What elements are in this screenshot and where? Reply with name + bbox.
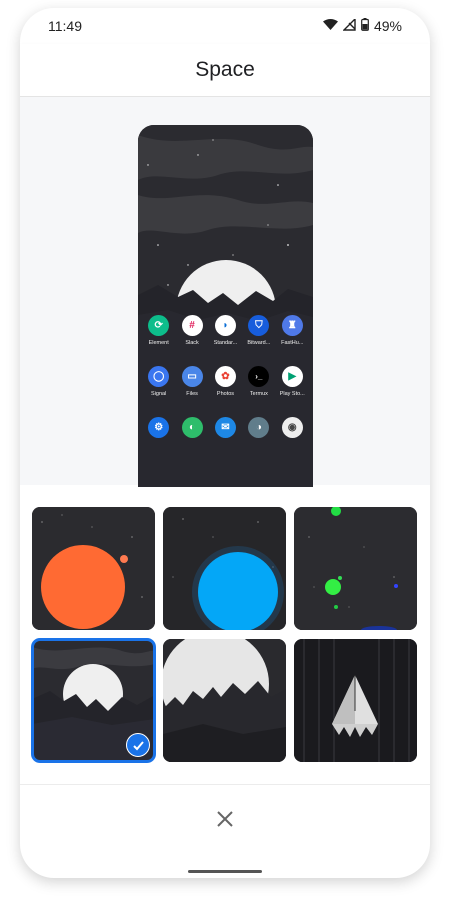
play-store-icon: ▶ [281,366,303,387]
app-bitwarden[interactable]: ⛉ Bitward... [243,315,275,346]
app-files[interactable]: ▭ Files [176,366,208,397]
app-label: Bitward... [247,340,271,346]
bitwarden-icon: ⛉ [248,315,270,336]
app-row-2: ◯ Signal ▭ Files ✿ Photos ›_ Termux ▶ Pl… [138,366,313,397]
dock-mail[interactable]: ✉ [209,417,241,438]
crystal-ice-image [294,639,417,762]
device-frame: 11:49 49% Space ⟳ Element # Slack ◗ Stan… [20,8,430,878]
app-photos[interactable]: ✿ Photos [209,366,241,397]
wallpaper-green-stars[interactable] [294,507,417,630]
termux-icon: ›_ [248,366,270,387]
wallpaper-crystal-ice[interactable] [294,639,417,762]
dock-app[interactable]: ◑ [243,417,275,438]
app-play-store[interactable]: ▶ Play Sto... [276,366,308,397]
app-label: Element [148,340,169,346]
phone-app-icon: ◐ [181,417,203,438]
app-label: Termux [249,391,268,397]
app-grid: ⟳ Element # Slack ◗ Standar... ⛉ Bitward… [138,315,313,458]
wallpaper-moon-mountains[interactable] [163,639,286,762]
wifi-icon [322,18,338,34]
standard-notes-icon: ◗ [214,315,236,336]
red-planet-image [32,507,155,630]
battery-icon [361,18,369,34]
page-title: Space [195,58,255,81]
app-fasthub[interactable]: ♜ FastHu... [276,315,308,346]
dock-row: ⚙ ◐ ✉ ◑ ◉ [138,417,313,438]
fasthub-icon: ♜ [281,315,303,336]
files-icon: ▭ [181,366,203,387]
app-label: Photos [216,391,235,397]
dock-phone[interactable]: ◐ [176,417,208,438]
app-label: Files [186,391,198,397]
app-row-1: ⟳ Element # Slack ◗ Standar... ⛉ Bitward… [138,315,313,346]
signal-app-icon: ◯ [148,366,170,387]
status-icons: 49% [322,17,402,34]
app-slack[interactable]: # Slack [176,315,208,346]
dock-camera[interactable]: ◉ [276,417,308,438]
wallpaper-blue-planet[interactable] [163,507,286,630]
app-label: Play Sto... [279,391,305,397]
photos-icon: ✿ [214,366,236,387]
settings-icon: ⚙ [148,417,170,438]
app-label: Signal [151,391,167,397]
signal-icon [342,17,356,34]
phone-preview[interactable]: ⟳ Element # Slack ◗ Standar... ⛉ Bitward… [138,125,313,487]
app-label: Slack [185,340,199,346]
app-label: FastHu... [281,340,304,346]
app-icon: ◑ [248,417,270,438]
status-bar: 11:49 49% [20,8,430,44]
green-stars-image [294,507,417,630]
app-termux[interactable]: ›_ Termux [243,366,275,397]
top-app-bar: Space [20,44,430,97]
battery-percent: 49% [373,18,402,34]
nav-handle[interactable] [188,870,262,873]
wallpaper-grid [31,507,418,763]
wallpaper-preview-area: ⟳ Element # Slack ◗ Standar... ⛉ Bitward… [20,97,430,487]
camera-icon: ◉ [281,417,303,438]
moon-mountains-image [163,639,286,762]
wallpaper-red-planet[interactable] [32,507,155,630]
dock-settings[interactable]: ⚙ [143,417,175,438]
app-label: Standar... [213,340,238,346]
close-icon [217,811,233,827]
bottom-bar [20,784,430,878]
mail-icon: ✉ [214,417,236,438]
wallpaper-space-mountains[interactable] [31,638,156,763]
blue-planet-image [163,507,286,630]
slack-icon: # [181,315,203,336]
status-time: 11:49 [48,18,82,34]
app-standard-notes[interactable]: ◗ Standar... [209,315,241,346]
app-element[interactable]: ⟳ Element [143,315,175,346]
selected-check-icon [126,733,150,757]
element-icon: ⟳ [148,315,170,336]
app-signal[interactable]: ◯ Signal [143,366,175,397]
close-button[interactable] [213,807,237,831]
